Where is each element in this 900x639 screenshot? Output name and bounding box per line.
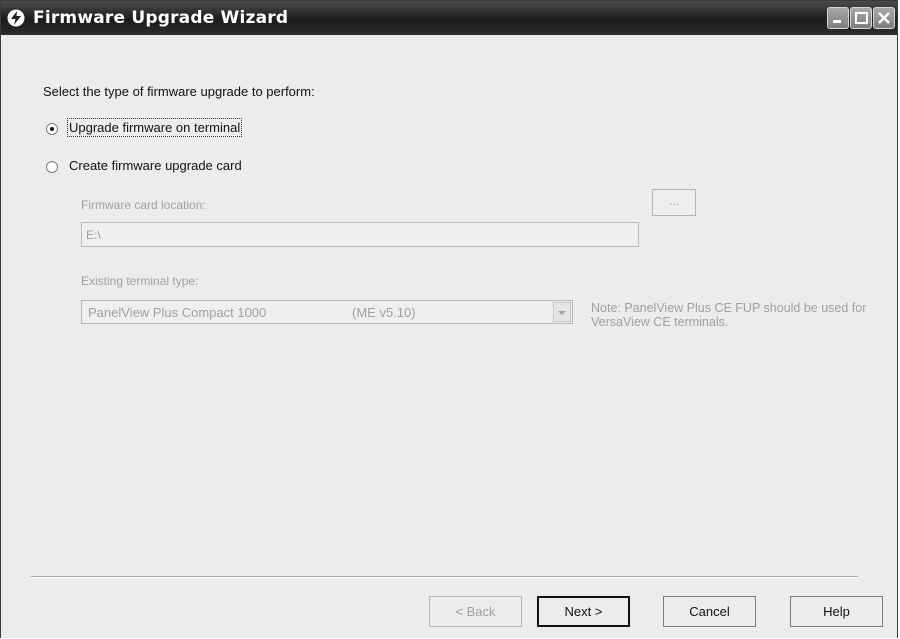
upgrade-terminal-label[interactable]: Upgrade firmware on terminal [66,118,243,137]
maximize-icon[interactable] [850,7,872,29]
terminal-type-select[interactable]: PanelView Plus Compact 1000 (ME v5.10) [81,300,573,324]
back-button[interactable]: < Back [429,596,522,627]
radio-selected-dot [50,127,54,131]
minimize-icon[interactable] [827,7,849,29]
window-title: Firmware Upgrade Wizard [33,8,289,28]
wizard-icon [6,8,26,28]
card-location-input[interactable]: E:\ [81,222,639,247]
card-location-label: Firmware card location: [81,198,206,212]
footer-divider-highlight [31,577,858,578]
browse-button[interactable]: ... [652,189,696,216]
upgrade-terminal-radio[interactable] [46,123,58,135]
next-button[interactable]: Next > [537,596,630,627]
create-card-label[interactable]: Create firmware upgrade card [69,158,242,173]
wizard-window: Firmware Upgrade Wizard Select the type … [0,0,898,638]
upgrade-type-prompt: Select the type of firmware upgrade to p… [43,84,315,99]
help-button[interactable]: Help [790,596,883,627]
cancel-button[interactable]: Cancel [663,596,756,627]
terminal-version-value: (ME v5.10) [352,305,416,320]
wizard-content: Select the type of firmware upgrade to p… [1,35,897,638]
card-location-value: E:\ [86,228,101,242]
close-icon[interactable] [873,7,895,29]
terminal-model-value: PanelView Plus Compact 1000 [88,305,267,320]
terminal-type-label: Existing terminal type: [81,274,199,288]
dropdown-arrow-icon[interactable] [553,302,571,322]
create-card-radio[interactable] [46,161,58,173]
versaview-note: Note: PanelView Plus CE FUP should be us… [591,301,867,329]
title-bar[interactable]: Firmware Upgrade Wizard [1,1,897,35]
